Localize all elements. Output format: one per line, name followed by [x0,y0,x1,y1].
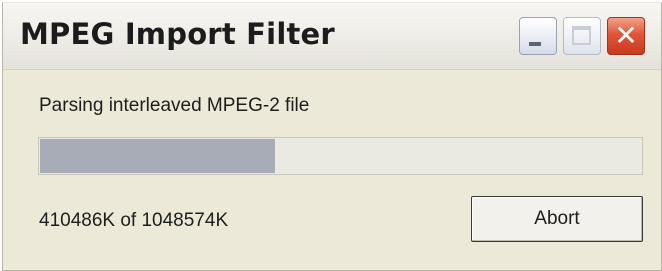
maximize-button[interactable] [563,17,601,55]
minimize-button[interactable] [519,17,557,55]
minimize-icon [529,42,541,46]
window-title: MPEG Import Filter [20,17,335,51]
maximize-icon [572,26,591,45]
status-message: Parsing interleaved MPEG-2 file [39,95,310,116]
close-icon: ✕ [614,19,638,52]
close-button[interactable]: ✕ [607,17,645,55]
abort-button[interactable]: Abort [471,196,643,242]
progress-bar [38,137,643,175]
progress-count: 410486K of 1048574K [39,210,229,231]
progress-fill [40,139,275,173]
dialog-window: MPEG Import Filter ✕ Parsing interleaved… [2,2,662,271]
title-bar[interactable]: MPEG Import Filter ✕ [3,3,661,70]
